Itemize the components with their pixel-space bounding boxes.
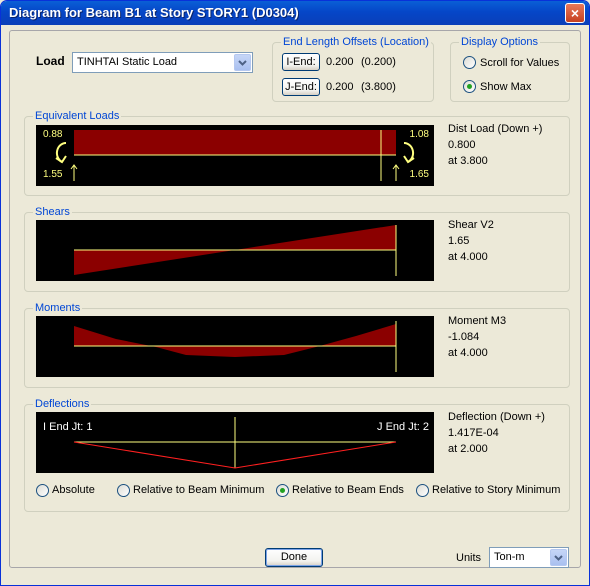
- relative-story-minimum-radio[interactable]: [416, 484, 429, 497]
- deflection-label: Deflection (Down +): [448, 411, 545, 423]
- window-title: Diagram for Beam B1 at Story STORY1 (D03…: [9, 5, 299, 20]
- deflection-location: at 2.000: [448, 443, 488, 455]
- dist-load-bar: [74, 130, 396, 155]
- moment-diagram: [74, 324, 396, 357]
- left-support-arrow-icon: [70, 164, 78, 181]
- right-top-value: 1.08: [409, 129, 429, 140]
- j-end-joint-label: J End Jt: 2: [377, 421, 429, 433]
- equivalent-loads-readout: Dist Load (Down +) 0.800 at 3.800: [448, 121, 542, 169]
- relative-story-minimum-label[interactable]: Relative to Story Minimum: [432, 484, 560, 496]
- right-support-arrow-icon: [392, 164, 400, 181]
- done-button[interactable]: Done: [265, 548, 323, 567]
- i-end-joint-label: I End Jt: 1: [43, 421, 93, 433]
- shear-value: 1.65: [448, 235, 470, 247]
- chevron-down-icon[interactable]: [550, 549, 567, 566]
- load-label: Load: [36, 54, 65, 68]
- units-select-value: Ton-m: [494, 551, 525, 563]
- i-end-location: (0.200): [361, 56, 396, 68]
- chevron-down-icon[interactable]: [234, 54, 251, 71]
- left-bottom-value: 1.55: [43, 169, 63, 180]
- moment-label: Moment M3: [448, 315, 507, 327]
- diagram-dialog: Diagram for Beam B1 at Story STORY1 (D03…: [0, 0, 590, 586]
- absolute-radio[interactable]: [36, 484, 49, 497]
- dist-load-value: 0.800: [448, 139, 476, 151]
- show-max-label[interactable]: Show Max: [480, 81, 531, 93]
- moments-plot: [36, 316, 434, 377]
- equivalent-loads-title: Equivalent Loads: [33, 110, 122, 122]
- equivalent-loads-plot: 0.88 1.55 1.08 1.65: [36, 125, 434, 186]
- moments-title: Moments: [33, 302, 83, 314]
- moment-value: -1.084: [448, 331, 480, 343]
- left-moment-arrow-icon: [55, 141, 67, 164]
- deflections-plot: I End Jt: 1 J End Jt: 2: [36, 412, 434, 473]
- shears-readout: Shear V2 1.65 at 4.000: [448, 217, 494, 265]
- right-bottom-value: 1.65: [409, 169, 429, 180]
- load-select-value: TINHTAI Static Load: [77, 56, 178, 68]
- moment-location: at 4.000: [448, 347, 488, 359]
- end-offsets-title: End Length Offsets (Location): [281, 36, 431, 48]
- close-button[interactable]: ×: [565, 3, 585, 23]
- j-end-button[interactable]: J-End:: [282, 78, 320, 96]
- right-moment-arrow-icon: [403, 141, 415, 164]
- deflections-title: Deflections: [33, 398, 92, 410]
- i-end-button[interactable]: I-End:: [282, 53, 320, 71]
- left-top-value: 0.88: [43, 129, 63, 140]
- j-end-value: 0.200: [326, 81, 354, 93]
- moments-readout: Moment M3 -1.084 at 4.000: [448, 313, 506, 361]
- dist-load-location: at 3.800: [448, 155, 488, 167]
- show-max-radio[interactable]: [463, 80, 476, 93]
- shears-plot: [36, 220, 434, 281]
- dialog-body: Load TINHTAI Static Load End Length Offs…: [4, 25, 586, 583]
- display-options-group: Display Options Scroll for Values Show M…: [450, 36, 570, 102]
- relative-beam-ends-label[interactable]: Relative to Beam Ends: [292, 484, 404, 496]
- shear-label: Shear V2: [448, 219, 494, 231]
- relative-beam-minimum-label[interactable]: Relative to Beam Minimum: [133, 484, 264, 496]
- deflections-readout: Deflection (Down +) 1.417E-04 at 2.000: [448, 409, 545, 457]
- dist-load-label: Dist Load (Down +): [448, 123, 543, 135]
- scroll-for-values-label[interactable]: Scroll for Values: [480, 57, 559, 69]
- display-options-title: Display Options: [459, 36, 541, 48]
- title-bar[interactable]: Diagram for Beam B1 at Story STORY1 (D03…: [1, 1, 589, 25]
- absolute-label[interactable]: Absolute: [52, 484, 95, 496]
- relative-beam-ends-radio[interactable]: [276, 484, 289, 497]
- j-end-location: (3.800): [361, 81, 396, 93]
- shears-title: Shears: [33, 206, 72, 218]
- deflection-value: 1.417E-04: [448, 427, 499, 439]
- scroll-for-values-radio[interactable]: [463, 56, 476, 69]
- shear-location: at 4.000: [448, 251, 488, 263]
- i-end-value: 0.200: [326, 56, 354, 68]
- units-select[interactable]: Ton-m: [489, 547, 569, 568]
- load-select[interactable]: TINHTAI Static Load: [72, 52, 253, 73]
- relative-beam-minimum-radio[interactable]: [117, 484, 130, 497]
- end-offsets-group: End Length Offsets (Location) I-End: 0.2…: [272, 36, 434, 102]
- units-label: Units: [456, 552, 482, 564]
